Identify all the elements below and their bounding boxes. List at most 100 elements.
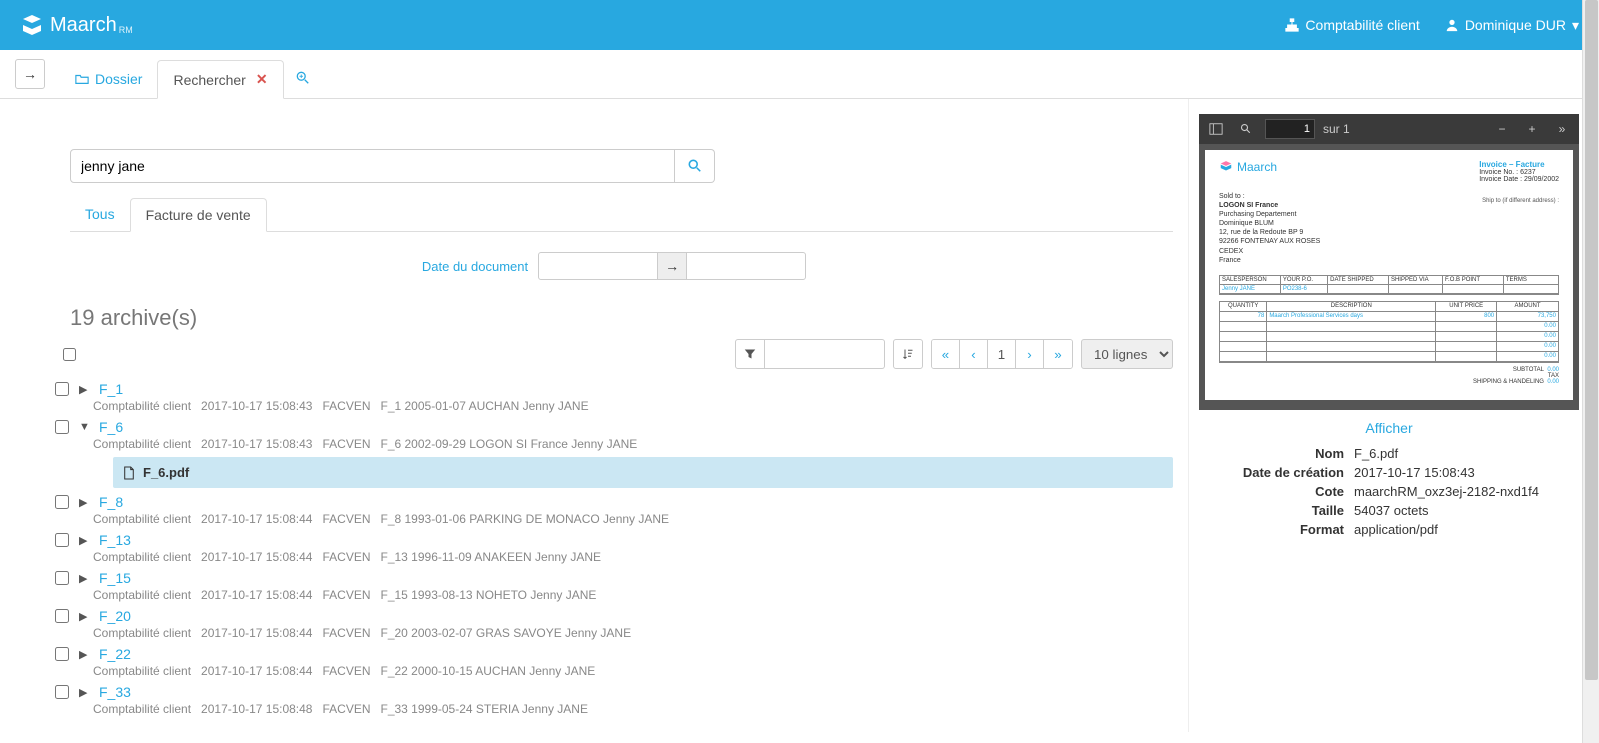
afficher-link-wrap: Afficher — [1199, 420, 1579, 436]
search-icon — [688, 159, 702, 173]
expand-caret[interactable]: ▶ — [79, 496, 89, 509]
result-org: Comptabilité client — [93, 437, 191, 451]
result-item: ▶ F_20 Comptabilité client 2017-10-17 15… — [55, 608, 1173, 640]
nav-account[interactable]: Comptabilité client — [1285, 17, 1419, 33]
result-title[interactable]: F_15 — [99, 570, 131, 586]
meta-label: Format — [1199, 522, 1354, 537]
result-title[interactable]: F_6 — [99, 419, 123, 435]
date-label: Date du document — [422, 259, 528, 274]
result-desc: F_8 1993-01-06 PARKING DE MONACO Jenny J… — [381, 512, 670, 526]
tab-dossier[interactable]: Dossier — [60, 61, 157, 97]
result-desc: F_15 1993-08-13 NOHETO Jenny JANE — [381, 588, 597, 602]
pdf-zoom-in[interactable]: + — [1521, 118, 1543, 140]
search-input[interactable] — [70, 149, 675, 183]
result-checkbox[interactable] — [55, 495, 69, 509]
expand-caret[interactable]: ▼ — [79, 421, 89, 433]
result-title[interactable]: F_1 — [99, 381, 123, 397]
panel-icon — [1209, 122, 1223, 136]
date-to-input[interactable] — [686, 252, 806, 280]
page-number: 1 — [988, 340, 1016, 368]
tab-new-search[interactable] — [284, 61, 322, 98]
tab-rechercher[interactable]: Rechercher ✕ — [157, 60, 283, 99]
result-date: 2017-10-17 15:08:44 — [201, 626, 312, 640]
result-checkbox[interactable] — [55, 609, 69, 623]
page-next[interactable]: › — [1016, 340, 1044, 368]
expand-caret[interactable]: ▶ — [79, 686, 89, 699]
result-item: ▶ F_22 Comptabilité client 2017-10-17 15… — [55, 646, 1173, 678]
result-meta: Comptabilité client 2017-10-17 15:08:44 … — [93, 588, 1173, 602]
expand-caret[interactable]: ▶ — [79, 383, 89, 396]
result-org: Comptabilité client — [93, 664, 191, 678]
page-last[interactable]: » — [1044, 340, 1072, 368]
result-type: FACVEN — [322, 550, 370, 564]
nav-user[interactable]: Dominique DUR ▾ — [1445, 17, 1579, 34]
sitemap-icon — [1285, 18, 1299, 32]
result-item: ▼ F_6 Comptabilité client 2017-10-17 15:… — [55, 419, 1173, 488]
meta-label: Cote — [1199, 484, 1354, 499]
result-type: FACVEN — [322, 702, 370, 716]
result-checkbox[interactable] — [55, 571, 69, 585]
filter-input[interactable] — [765, 339, 885, 369]
brand-logo: Maarch RM — [20, 13, 133, 37]
result-title[interactable]: F_8 — [99, 494, 123, 510]
result-desc: F_6 2002-09-29 LOGON SI France Jenny JAN… — [381, 437, 638, 451]
result-checkbox[interactable] — [55, 420, 69, 434]
subtab-tous[interactable]: Tous — [70, 198, 130, 231]
expand-caret[interactable]: ▶ — [79, 648, 89, 661]
expand-caret[interactable]: ▶ — [79, 610, 89, 623]
pdf-sidebar-toggle[interactable] — [1205, 118, 1227, 140]
result-meta: Comptabilité client 2017-10-17 15:08:44 … — [93, 512, 1173, 526]
result-desc: F_1 2005-01-07 AUCHAN Jenny JANE — [381, 399, 589, 413]
preview-panel: sur 1 − + » Maarch Invoice – Facture Inv… — [1189, 99, 1599, 732]
scrollbar-thumb[interactable] — [1585, 0, 1598, 680]
result-meta: Comptabilité client 2017-10-17 15:08:43 … — [93, 437, 1173, 451]
page-first[interactable]: « — [932, 340, 960, 368]
lines-per-page[interactable]: 10 lignes — [1081, 339, 1173, 369]
select-all-checkbox[interactable] — [63, 348, 76, 361]
user-icon — [1445, 18, 1459, 32]
result-file[interactable]: F_6.pdf — [113, 457, 1173, 488]
search-button[interactable] — [675, 149, 715, 183]
result-desc: F_22 2000-10-15 AUCHAN Jenny JANE — [381, 664, 596, 678]
subtab-facture[interactable]: Facture de vente — [130, 198, 267, 232]
close-icon[interactable]: ✕ — [256, 71, 268, 88]
filter-icon — [744, 348, 756, 360]
result-checkbox[interactable] — [55, 382, 69, 396]
sort-button[interactable] — [893, 339, 923, 369]
filter-button[interactable] — [735, 339, 765, 369]
sidebar-toggle[interactable]: → — [15, 59, 45, 89]
result-checkbox[interactable] — [55, 685, 69, 699]
maarch-icon — [1219, 160, 1233, 174]
pdf-tools[interactable]: » — [1551, 118, 1573, 140]
result-title[interactable]: F_33 — [99, 684, 131, 700]
pdf-zoom-out[interactable]: − — [1491, 118, 1513, 140]
arrow-right-icon: → — [23, 66, 37, 82]
result-checkbox[interactable] — [55, 647, 69, 661]
meta-row: Nom F_6.pdf — [1199, 446, 1579, 461]
result-type: FACVEN — [322, 626, 370, 640]
scrollbar[interactable] — [1582, 0, 1599, 743]
date-from-input[interactable] — [538, 252, 658, 280]
app-header: Maarch RM Comptabilité client Dominique … — [0, 0, 1599, 50]
result-org: Comptabilité client — [93, 588, 191, 602]
results-list: ▶ F_1 Comptabilité client 2017-10-17 15:… — [55, 381, 1173, 716]
pdf-page-input[interactable] — [1265, 119, 1315, 139]
maarch-icon — [20, 13, 44, 37]
result-meta: Comptabilité client 2017-10-17 15:08:44 … — [93, 626, 1173, 640]
pdf-search[interactable] — [1235, 118, 1257, 140]
result-title[interactable]: F_20 — [99, 608, 131, 624]
result-item: ▶ F_1 Comptabilité client 2017-10-17 15:… — [55, 381, 1173, 413]
pagination: « ‹ 1 › » — [931, 339, 1073, 369]
result-item: ▶ F_13 Comptabilité client 2017-10-17 15… — [55, 532, 1173, 564]
result-item: ▶ F_15 Comptabilité client 2017-10-17 15… — [55, 570, 1173, 602]
pdf-invoice-header: Invoice – Facture Invoice No. : 6237 Inv… — [1479, 160, 1559, 183]
search-icon — [1240, 123, 1252, 135]
expand-caret[interactable]: ▶ — [79, 572, 89, 585]
afficher-link[interactable]: Afficher — [1365, 420, 1412, 436]
page-prev[interactable]: ‹ — [960, 340, 988, 368]
result-checkbox[interactable] — [55, 533, 69, 547]
result-title[interactable]: F_13 — [99, 532, 131, 548]
expand-caret[interactable]: ▶ — [79, 534, 89, 547]
result-meta: Comptabilité client 2017-10-17 15:08:48 … — [93, 702, 1173, 716]
result-title[interactable]: F_22 — [99, 646, 131, 662]
